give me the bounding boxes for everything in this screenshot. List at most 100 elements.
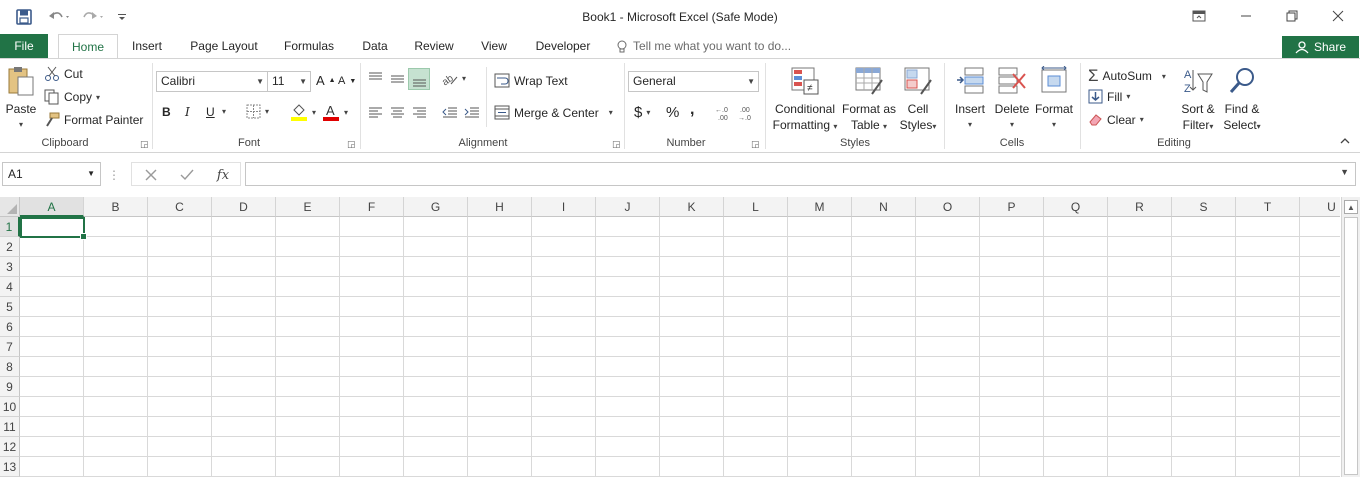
alignment-launcher-icon[interactable]: ◲ — [612, 139, 621, 150]
column-header[interactable]: Q — [1044, 197, 1108, 217]
format-cells-button[interactable]: Format ▾ — [1032, 65, 1076, 133]
merge-center-button[interactable]: Merge & Center ▾ — [494, 105, 613, 120]
close-icon[interactable] — [1318, 4, 1358, 28]
row-header[interactable]: 9 — [0, 377, 20, 397]
column-header[interactable]: M — [788, 197, 852, 217]
row-header[interactable]: 4 — [0, 277, 20, 297]
clear-button[interactable]: Clear ▾ — [1088, 112, 1144, 127]
column-header[interactable]: R — [1108, 197, 1172, 217]
confirm-entry-icon[interactable] — [176, 165, 198, 185]
expand-formula-bar-icon[interactable]: ▼ — [1340, 167, 1349, 177]
tab-view[interactable]: View — [472, 34, 516, 59]
row-header[interactable]: 5 — [0, 297, 20, 317]
clipboard-launcher-icon[interactable]: ◲ — [140, 139, 149, 150]
copy-button[interactable]: Copy ▾ — [44, 89, 100, 105]
bottom-align-icon[interactable] — [408, 68, 430, 90]
column-header[interactable]: S — [1172, 197, 1236, 217]
row-header[interactable]: 12 — [0, 437, 20, 457]
tab-data[interactable]: Data — [354, 34, 396, 59]
ribbon-display-options-icon[interactable] — [1179, 4, 1219, 28]
column-header[interactable]: A — [20, 197, 84, 217]
undo-icon[interactable] — [44, 6, 74, 28]
column-header[interactable]: B — [84, 197, 148, 217]
format-painter-button[interactable]: Format Painter — [44, 112, 143, 128]
scroll-up-icon[interactable]: ▲ — [1344, 200, 1358, 214]
increase-decimal-icon[interactable]: ←.0.00 — [715, 105, 733, 121]
align-center-icon[interactable] — [390, 105, 405, 120]
column-header[interactable]: K — [660, 197, 724, 217]
tab-insert[interactable]: Insert — [124, 34, 170, 59]
percent-style-button[interactable]: % — [666, 104, 679, 121]
column-header[interactable]: U — [1300, 197, 1340, 217]
column-header[interactable]: E — [276, 197, 340, 217]
number-launcher-icon[interactable]: ◲ — [751, 139, 760, 150]
column-header[interactable]: J — [596, 197, 660, 217]
formula-bar-grip-icon[interactable]: ⋮ — [108, 165, 120, 185]
decrease-indent-icon[interactable] — [442, 105, 458, 120]
scrollbar-thumb[interactable] — [1344, 217, 1358, 475]
minimize-icon[interactable] — [1226, 4, 1266, 28]
find-select-button[interactable]: Find & Select▾ — [1218, 65, 1266, 135]
conditional-formatting-button[interactable]: ≠ Conditional Formatting ▾ — [768, 65, 842, 135]
tab-page-layout[interactable]: Page Layout — [182, 34, 266, 59]
tell-me-box[interactable]: Tell me what you want to do... — [616, 34, 791, 59]
tab-developer[interactable]: Developer — [528, 34, 598, 59]
middle-align-icon[interactable] — [390, 71, 405, 86]
column-header[interactable]: D — [212, 197, 276, 217]
insert-function-icon[interactable]: fx — [212, 165, 234, 185]
underline-dropdown-icon[interactable]: ▾ — [222, 107, 226, 116]
delete-cells-button[interactable]: Delete ▾ — [990, 65, 1034, 133]
tab-file[interactable]: File — [0, 34, 48, 59]
fill-color-button[interactable]: ▾ — [290, 103, 316, 121]
column-header[interactable]: F — [340, 197, 404, 217]
bold-button[interactable]: B — [162, 105, 171, 119]
paste-button[interactable]: Paste ▾ — [4, 65, 38, 133]
font-name-combo[interactable]: Calibri ▼ — [156, 71, 268, 92]
redo-icon[interactable] — [78, 6, 108, 28]
accounting-format-button[interactable]: $ ▾ — [634, 104, 650, 121]
share-button[interactable]: Share — [1282, 36, 1359, 58]
borders-button[interactable]: ▾ — [246, 104, 269, 119]
column-header[interactable]: N — [852, 197, 916, 217]
tab-home[interactable]: Home — [58, 34, 118, 60]
row-header[interactable]: 13 — [0, 457, 20, 477]
column-header[interactable]: O — [916, 197, 980, 217]
row-header[interactable]: 10 — [0, 397, 20, 417]
restore-icon[interactable] — [1272, 4, 1312, 28]
number-format-combo[interactable]: General ▼ — [628, 71, 759, 92]
sort-filter-button[interactable]: AZ Sort & Filter▾ — [1174, 65, 1222, 135]
collapse-ribbon-icon[interactable] — [1340, 137, 1350, 145]
merge-dropdown-icon[interactable]: ▾ — [609, 108, 613, 117]
column-header[interactable]: P — [980, 197, 1044, 217]
row-header[interactable]: 1 — [0, 217, 20, 237]
row-header[interactable]: 7 — [0, 337, 20, 357]
column-header[interactable]: L — [724, 197, 788, 217]
formula-input[interactable]: ▼ — [245, 162, 1356, 186]
align-left-icon[interactable] — [368, 105, 383, 120]
name-box[interactable]: A1 ▼ — [2, 162, 101, 186]
cancel-entry-icon[interactable] — [140, 165, 162, 185]
font-launcher-icon[interactable]: ◲ — [347, 139, 356, 150]
row-header[interactable]: 11 — [0, 417, 20, 437]
tab-formulas[interactable]: Formulas — [276, 34, 342, 59]
autosum-button[interactable]: Σ AutoSum ▾ — [1088, 66, 1166, 86]
orientation-button[interactable]: ab ▾ — [442, 71, 466, 86]
column-header[interactable]: G — [404, 197, 468, 217]
underline-button[interactable]: U — [206, 105, 215, 119]
cut-button[interactable]: Cut — [44, 66, 83, 82]
select-all-button[interactable] — [0, 197, 20, 217]
active-cell[interactable] — [20, 217, 87, 240]
italic-button[interactable]: I — [185, 105, 190, 119]
row-header[interactable]: 3 — [0, 257, 20, 277]
font-size-combo[interactable]: 11 ▼ — [267, 71, 311, 92]
decrease-font-size-icon[interactable]: A ▼ — [338, 75, 356, 87]
insert-cells-button[interactable]: Insert ▾ — [948, 65, 992, 133]
cell-area[interactable] — [20, 217, 1340, 477]
wrap-text-button[interactable]: Wrap Text — [494, 73, 568, 88]
decrease-decimal-icon[interactable]: .00 →.0 — [738, 105, 756, 121]
row-header[interactable]: 6 — [0, 317, 20, 337]
format-as-table-button[interactable]: Format as Table ▾ — [840, 65, 898, 135]
fill-button[interactable]: Fill ▾ — [1088, 89, 1130, 104]
column-header[interactable]: T — [1236, 197, 1300, 217]
row-header[interactable]: 2 — [0, 237, 20, 257]
